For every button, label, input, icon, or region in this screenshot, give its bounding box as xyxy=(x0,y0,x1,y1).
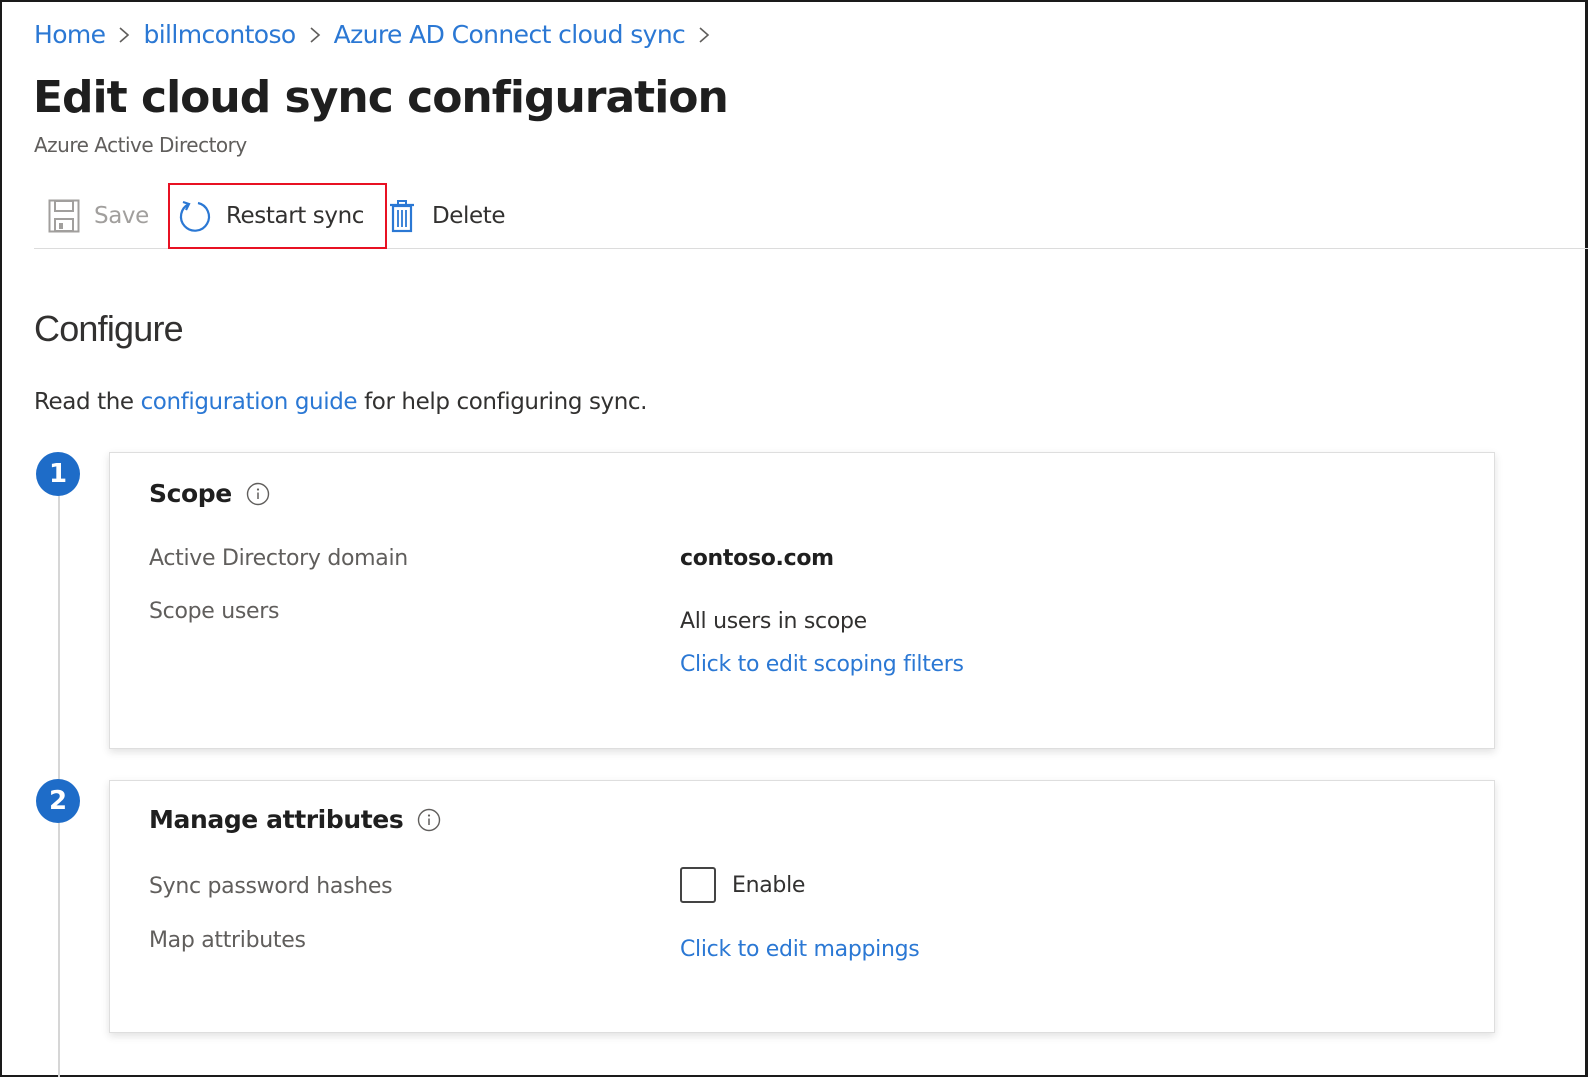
edit-scoping-filters-link[interactable]: Click to edit scoping filters xyxy=(680,652,964,677)
chevron-right-icon xyxy=(697,24,711,46)
restart-sync-label: Restart sync xyxy=(226,203,364,229)
sync-password-hashes-label: Sync password hashes xyxy=(149,874,393,899)
delete-button[interactable]: Delete xyxy=(388,183,506,249)
ad-domain-label: Active Directory domain xyxy=(149,546,408,571)
configuration-guide-link[interactable]: configuration guide xyxy=(141,389,358,415)
scope-card: Scope Active Directory domain contoso.co… xyxy=(109,452,1495,749)
enable-password-hash-sync-checkbox[interactable]: Enable xyxy=(680,867,805,903)
help-text: Read the configuration guide for help co… xyxy=(34,389,647,415)
manage-attributes-title: Manage attributes xyxy=(149,805,441,834)
chevron-right-icon xyxy=(308,24,322,46)
command-bar: Save Restart sync Delete xyxy=(34,183,1588,249)
help-text-suffix: for help configuring sync. xyxy=(357,389,648,415)
step-1-badge: 1 xyxy=(36,452,80,496)
checkbox-box[interactable] xyxy=(680,867,716,903)
scope-users-label: Scope users xyxy=(149,599,280,624)
info-icon[interactable] xyxy=(417,808,441,832)
scope-users-value: All users in scope xyxy=(680,609,867,634)
breadcrumb-tenant[interactable]: billmcontoso xyxy=(143,20,296,49)
delete-label: Delete xyxy=(432,203,506,229)
configure-heading: Configure xyxy=(34,308,184,349)
manage-attributes-card: Manage attributes Sync password hashes E… xyxy=(109,780,1495,1033)
chevron-right-icon xyxy=(117,24,131,46)
save-label: Save xyxy=(94,203,149,229)
breadcrumb: Home billmcontoso Azure AD Connect cloud… xyxy=(34,20,723,49)
restart-sync-button[interactable]: Restart sync xyxy=(168,183,387,249)
refresh-icon xyxy=(178,199,226,233)
page-subtitle: Azure Active Directory xyxy=(34,133,247,157)
ad-domain-value: contoso.com xyxy=(680,546,834,571)
edit-mappings-link[interactable]: Click to edit mappings xyxy=(680,937,920,962)
manage-attributes-title-text: Manage attributes xyxy=(149,805,404,834)
enable-label: Enable xyxy=(732,872,806,898)
info-icon[interactable] xyxy=(246,482,270,506)
scope-title: Scope xyxy=(149,479,270,508)
page-title: Edit cloud sync configuration xyxy=(33,72,729,123)
breadcrumb-cloud-sync[interactable]: Azure AD Connect cloud sync xyxy=(334,20,686,49)
map-attributes-label: Map attributes xyxy=(149,928,306,953)
step-2-badge: 2 xyxy=(36,779,80,823)
scope-title-text: Scope xyxy=(149,479,232,508)
help-text-prefix: Read the xyxy=(34,389,141,415)
breadcrumb-home[interactable]: Home xyxy=(34,20,106,49)
trash-icon xyxy=(388,199,432,233)
save-icon xyxy=(48,199,94,233)
save-button[interactable]: Save xyxy=(48,183,149,249)
